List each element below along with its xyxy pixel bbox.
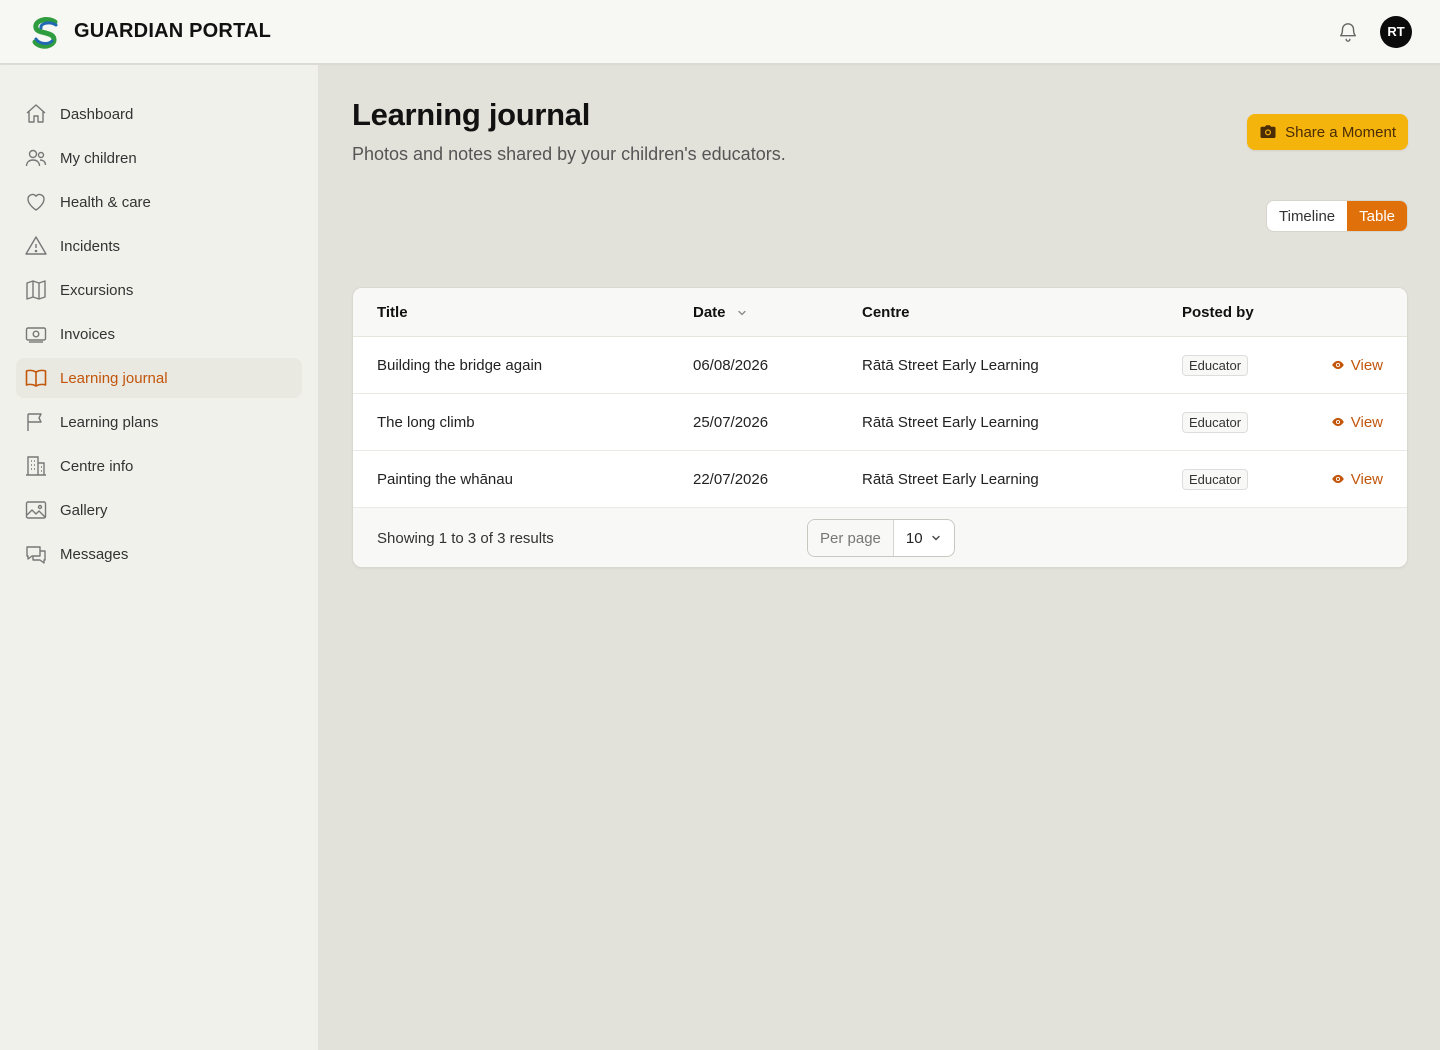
sidebar-item-label: Health & care bbox=[60, 193, 151, 211]
row-posted-by: Educator bbox=[1182, 411, 1249, 433]
sidebar-item-messages[interactable]: Messages bbox=[16, 534, 302, 574]
row-title: The long climb bbox=[377, 413, 475, 431]
table-footer: Showing 1 to 3 of 3 results Per page 10 bbox=[353, 508, 1407, 567]
view-toggle-timeline[interactable]: Timeline bbox=[1267, 201, 1347, 231]
per-page-control: Per page 10 bbox=[807, 519, 955, 557]
row-centre: Rātā Street Early Learning bbox=[862, 356, 1039, 374]
eye-icon bbox=[1331, 360, 1344, 370]
camera-icon bbox=[1260, 125, 1276, 138]
sidebar-item-gallery[interactable]: Gallery bbox=[16, 490, 302, 530]
sidebar-item-centre-info[interactable]: Centre info bbox=[16, 446, 302, 486]
chevron-down-icon bbox=[738, 310, 746, 315]
bell-icon bbox=[1339, 22, 1357, 42]
user-avatar[interactable]: RT bbox=[1380, 15, 1412, 48]
sidebar-item-label: Invoices bbox=[60, 325, 116, 343]
row-title: Painting the whānau bbox=[377, 470, 513, 488]
column-header-title[interactable]: Title bbox=[377, 304, 408, 321]
sidebar-item-learning-journal[interactable]: Learning journal bbox=[16, 358, 302, 398]
heart-icon bbox=[27, 193, 45, 211]
row-date: 06/08/2026 bbox=[693, 356, 769, 374]
banknote-icon bbox=[25, 327, 47, 343]
row-date: 22/07/2026 bbox=[693, 470, 769, 488]
posted-by-badge: Educator bbox=[1182, 468, 1249, 490]
chevron-down-icon bbox=[932, 535, 940, 541]
view-link[interactable]: View bbox=[1331, 357, 1383, 374]
sidebar-item-label: Centre info bbox=[60, 457, 134, 475]
row-centre: Rātā Street Early Learning bbox=[862, 413, 1039, 431]
table-row[interactable]: Painting the whānau 22/07/2026 Rātā Stre… bbox=[353, 451, 1407, 508]
results-summary: Showing 1 to 3 of 3 results bbox=[377, 529, 554, 547]
brand-name: GUARDIAN PORTAL bbox=[74, 20, 272, 42]
column-header-centre[interactable]: Centre bbox=[862, 304, 910, 321]
notifications-button[interactable] bbox=[1336, 20, 1360, 44]
posted-by-badge: Educator bbox=[1182, 411, 1249, 433]
row-posted-by: Educator bbox=[1182, 354, 1249, 376]
per-page-select[interactable]: 10 bbox=[894, 530, 954, 547]
top-bar: GUARDIAN PORTAL RT bbox=[0, 0, 1440, 64]
row-date: 25/07/2026 bbox=[693, 413, 769, 431]
posted-by-badge: Educator bbox=[1182, 354, 1249, 376]
brand[interactable]: GUARDIAN PORTAL bbox=[28, 14, 271, 50]
sidebar-item-label: Messages bbox=[60, 545, 129, 563]
map-icon bbox=[26, 280, 46, 300]
share-moment-button[interactable]: Share a Moment bbox=[1247, 114, 1408, 150]
sidebar-item-label: Dashboard bbox=[60, 105, 134, 123]
page-subtitle: Photos and notes shared by your children… bbox=[352, 144, 786, 164]
sidebar-item-label: Learning plans bbox=[60, 413, 159, 431]
column-header-posted-by[interactable]: Posted by bbox=[1182, 304, 1254, 321]
row-centre: Rātā Street Early Learning bbox=[862, 470, 1039, 488]
sidebar-item-label: My children bbox=[60, 149, 137, 167]
home-icon bbox=[26, 104, 46, 123]
view-toggle: Timeline Table bbox=[1266, 200, 1408, 232]
book-open-icon bbox=[25, 369, 47, 387]
sidebar-item-incidents[interactable]: Incidents bbox=[16, 226, 302, 266]
per-page-label: Per page bbox=[808, 520, 894, 556]
sidebar-item-dashboard[interactable]: Dashboard bbox=[16, 94, 302, 134]
table-row[interactable]: The long climb 25/07/2026 Rātā Street Ea… bbox=[353, 394, 1407, 451]
users-icon bbox=[25, 149, 47, 167]
share-moment-label: Share a Moment bbox=[1285, 123, 1396, 141]
sidebar-item-label: Excursions bbox=[60, 281, 134, 299]
row-posted-by: Educator bbox=[1182, 468, 1249, 490]
sidebar: Dashboard My children Health & care Inci… bbox=[0, 65, 319, 1050]
warning-icon bbox=[25, 236, 47, 255]
flag-icon bbox=[27, 413, 42, 431]
view-link-label: View bbox=[1350, 413, 1383, 431]
eye-icon bbox=[1331, 417, 1344, 427]
sidebar-item-my-children[interactable]: My children bbox=[16, 138, 302, 178]
sidebar-item-label: Learning journal bbox=[60, 369, 168, 387]
brand-logo-icon bbox=[32, 16, 58, 49]
per-page-value: 10 bbox=[905, 529, 923, 547]
page-title: Learning journal bbox=[352, 97, 591, 132]
chat-icon bbox=[26, 546, 46, 564]
sidebar-item-learning-plans[interactable]: Learning plans bbox=[16, 402, 302, 442]
table-header: Title Date Centre Posted by bbox=[353, 288, 1407, 337]
sidebar-item-excursions[interactable]: Excursions bbox=[16, 270, 302, 310]
view-link[interactable]: View bbox=[1331, 414, 1383, 431]
column-header-date[interactable]: Date bbox=[693, 304, 748, 321]
view-toggle-table[interactable]: Table bbox=[1347, 201, 1407, 231]
sidebar-item-label: Incidents bbox=[60, 237, 121, 255]
eye-icon bbox=[1331, 474, 1344, 484]
column-header-date-label: Date bbox=[693, 303, 726, 321]
learning-journal-table: Title Date Centre Posted by Building the… bbox=[352, 287, 1408, 568]
view-link-label: View bbox=[1350, 470, 1383, 488]
sidebar-item-health-care[interactable]: Health & care bbox=[16, 182, 302, 222]
sidebar-item-label: Gallery bbox=[60, 501, 108, 519]
view-link[interactable]: View bbox=[1331, 471, 1383, 488]
row-title: Building the bridge again bbox=[377, 356, 543, 374]
sidebar-item-invoices[interactable]: Invoices bbox=[16, 314, 302, 354]
image-icon bbox=[25, 501, 47, 519]
view-link-label: View bbox=[1350, 356, 1383, 374]
building-icon bbox=[26, 456, 46, 476]
table-row[interactable]: Building the bridge again 06/08/2026 Rāt… bbox=[353, 337, 1407, 394]
